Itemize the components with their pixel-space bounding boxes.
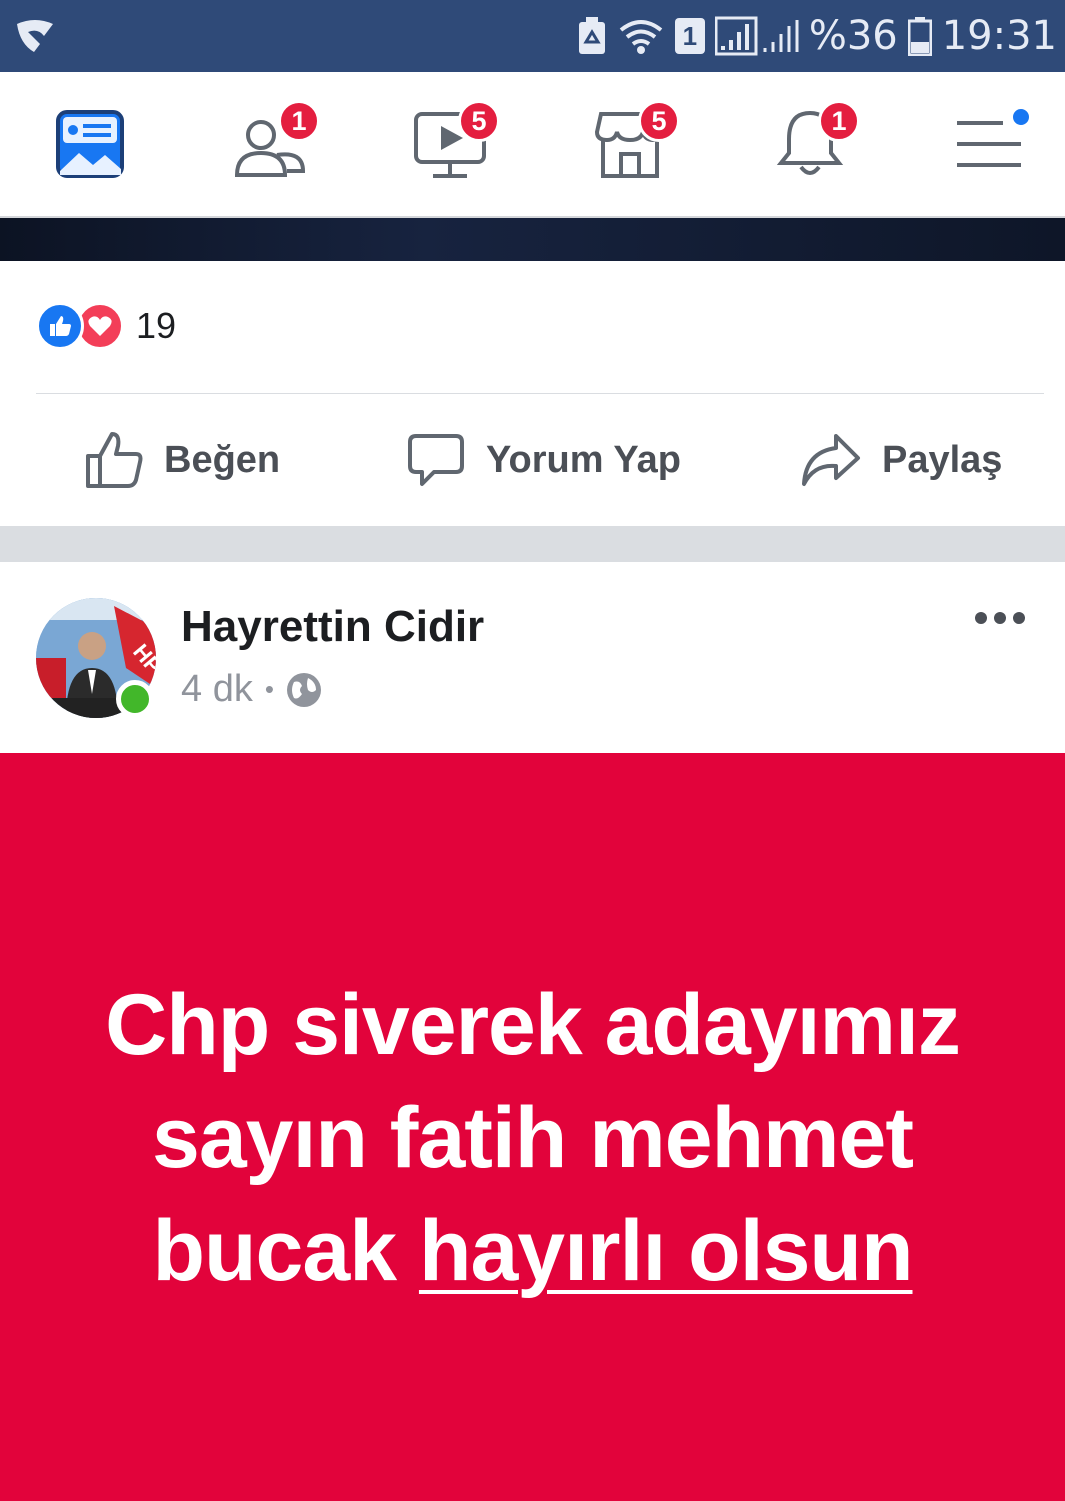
friends-badge: 1 [278, 100, 320, 142]
tab-friends[interactable]: 1 [210, 72, 330, 216]
battery-percent: %36 [808, 13, 898, 59]
notifications-badge: 1 [818, 100, 860, 142]
share-icon [802, 434, 860, 486]
status-bar: 1 %36 19:31 [0, 0, 1065, 72]
globe-icon [286, 672, 321, 707]
post-time[interactable]: 4 dk [181, 668, 253, 711]
divider [36, 393, 1044, 394]
battery-icon [907, 17, 932, 56]
menu-notification-dot [1010, 106, 1032, 128]
meta-separator: • [264, 674, 274, 704]
wifi-icon [619, 20, 663, 54]
like-label: Beğen [164, 438, 281, 481]
like-reaction-icon [36, 302, 84, 350]
watch-badge: 5 [458, 100, 500, 142]
comment-button[interactable]: Yorum Yap [406, 400, 681, 520]
tab-marketplace[interactable]: 5 [570, 72, 690, 216]
post-author-name[interactable]: Hayrettin Cidir [181, 602, 484, 652]
tab-watch[interactable]: 5 [390, 72, 510, 216]
like-icon [86, 432, 143, 488]
news-feed-icon [56, 110, 124, 178]
tab-menu[interactable] [930, 72, 1050, 216]
tab-notifications[interactable]: 1 [750, 72, 870, 216]
post-header: HP Hayrettin Cidir 4 dk • [0, 562, 1065, 753]
sim-icon: 1 [674, 18, 705, 54]
marketplace-badge: 5 [638, 100, 680, 142]
reaction-count: 19 [136, 305, 177, 346]
recycle-icon [578, 17, 605, 54]
more-options-icon[interactable] [975, 612, 1025, 624]
post-text-highlight[interactable]: hayırlı olsun [419, 1203, 914, 1299]
post-text-background: Chp siverek adayımız sayın fatih mehmet … [0, 753, 1065, 1501]
previous-post-media [0, 218, 1065, 261]
app-logo-icon [17, 20, 53, 52]
tab-news-feed[interactable] [30, 72, 150, 216]
reaction-summary[interactable]: 19 [36, 300, 176, 352]
comment-icon [408, 434, 464, 486]
share-label: Paylaş [882, 438, 1003, 481]
clock: 19:31 [941, 13, 1057, 59]
signal-icon [714, 16, 799, 56]
feed-separator [0, 526, 1065, 562]
comment-label: Yorum Yap [486, 438, 681, 481]
post-meta: 4 dk • [181, 668, 322, 711]
like-button[interactable]: Beğen [84, 400, 280, 520]
share-button[interactable]: Paylaş [800, 400, 1002, 520]
top-nav-bar: 1 5 5 1 [0, 72, 1065, 218]
post-text: Chp siverek adayımız sayın fatih mehmet … [40, 969, 1025, 1308]
online-status-indicator [116, 680, 154, 718]
post-actions-bar: Beğen Yorum Yap Paylaş [0, 400, 1065, 526]
